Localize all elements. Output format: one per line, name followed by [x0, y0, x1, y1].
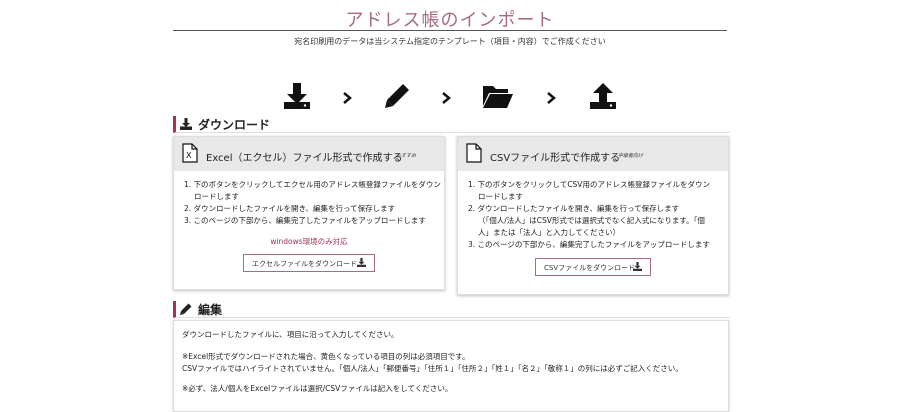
- pencil-icon: [385, 84, 409, 108]
- edit-instruction: ※Excel形式でダウンロードされた場合、黄色くなっている項目の列は必須項目です…: [182, 352, 470, 361]
- csv-download-button[interactable]: CSVファイルをダウンロード: [535, 258, 651, 276]
- page-title: アドレス帳のインポート: [345, 10, 555, 31]
- page-subtitle: 宛名印刷用のデータは当システム指定のテンプレート（項目・内容）でご作成ください: [294, 37, 606, 46]
- csv-card-note: 中級者向け: [618, 153, 644, 159]
- list-item: 3. このページの下部から、編集完了したファイルをアップロードします: [184, 216, 426, 225]
- list-item: 1. 下のボタンをクリックしてCSV用のアドレス帳登録ファイルをダウン: [468, 180, 710, 189]
- list-item: 3. このページの下部から、編集完了したファイルをアップロードします: [468, 240, 710, 249]
- list-item: ロードします: [194, 192, 239, 201]
- download-section-title: ダウンロード: [198, 118, 271, 132]
- folder-open-icon: [483, 86, 513, 108]
- excel-file-icon: X: [182, 143, 198, 163]
- csv-steps-list: 1. 下のボタンをクリックしてCSV用のアドレス帳登録ファイルをダウン ロードし…: [468, 179, 710, 251]
- svg-text:X: X: [186, 151, 192, 160]
- arrow-right-icon: [547, 92, 556, 104]
- list-item: 2. ダウンロードしたファイルを開き、編集を行って保存します: [468, 204, 680, 213]
- download-icon: [284, 83, 310, 109]
- csv-download-label: CSVファイルをダウンロード: [544, 264, 636, 272]
- csv-card-title: CSVファイル形式で作成する: [490, 153, 621, 164]
- edit-section-title: 編集: [198, 303, 223, 317]
- process-steps: [0, 82, 900, 118]
- arrow-right-icon: [442, 92, 451, 104]
- upload-icon: [590, 83, 616, 109]
- title-divider: [173, 30, 727, 31]
- excel-card: X Excel（エクセル）ファイル形式で作成する おすすめ 1. 下のボタンをク…: [173, 136, 445, 290]
- list-item: 1. 下のボタンをクリックしてエクセル用のアドレス帳登録ファイルをダウン: [184, 180, 441, 189]
- download-small-icon: [180, 118, 192, 130]
- download-section-header: ダウンロード: [173, 116, 730, 133]
- excel-card-header: X Excel（エクセル）ファイル形式で作成する おすすめ: [174, 137, 444, 171]
- excel-download-button[interactable]: エクセルファイルをダウンロード: [243, 254, 375, 272]
- download-small-icon: [357, 258, 366, 267]
- arrow-right-icon: [343, 92, 352, 104]
- excel-download-label: エクセルファイルをダウンロード: [252, 260, 357, 268]
- excel-card-note: おすすめ: [396, 153, 417, 159]
- list-item: 2. ダウンロードしたファイルを開き、編集を行って保存します: [184, 204, 396, 213]
- list-item: 人」または「法人」と入力してください）: [478, 228, 621, 237]
- edit-instructions-box: ダウンロードしたファイルに、項目に沿って入力してください。 ※Excel形式でダ…: [173, 320, 729, 412]
- pencil-small-icon: [180, 303, 192, 315]
- edit-section-header: 編集: [173, 301, 730, 318]
- excel-steps-list: 1. 下のボタンをクリックしてエクセル用のアドレス帳登録ファイルをダウン ロード…: [184, 179, 441, 227]
- excel-card-title: Excel（エクセル）ファイル形式で作成する: [206, 153, 403, 164]
- download-small-icon: [633, 262, 642, 271]
- list-item: ロードします: [478, 192, 523, 201]
- edit-instruction: CSVファイルではハイライトされていません。「個人/法人」「郵便番号」「住所１」…: [182, 364, 683, 373]
- edit-instruction: ※必ず、法人/個人をExcelファイルは選択/CSVファイルは記入をしてください…: [182, 384, 453, 393]
- csv-card-header: CSVファイル形式で作成する 中級者向け: [458, 137, 728, 171]
- windows-only-note: windows環境のみ対応: [270, 237, 348, 246]
- edit-instruction: ダウンロードしたファイルに、項目に沿って入力してください。: [182, 330, 399, 339]
- file-icon: [466, 143, 482, 163]
- csv-card: CSVファイル形式で作成する 中級者向け 1. 下のボタンをクリックしてCSV用…: [457, 136, 729, 295]
- list-item: （「個人/法人」はCSV形式では選択式でなく記入式になります。「個: [478, 216, 705, 225]
